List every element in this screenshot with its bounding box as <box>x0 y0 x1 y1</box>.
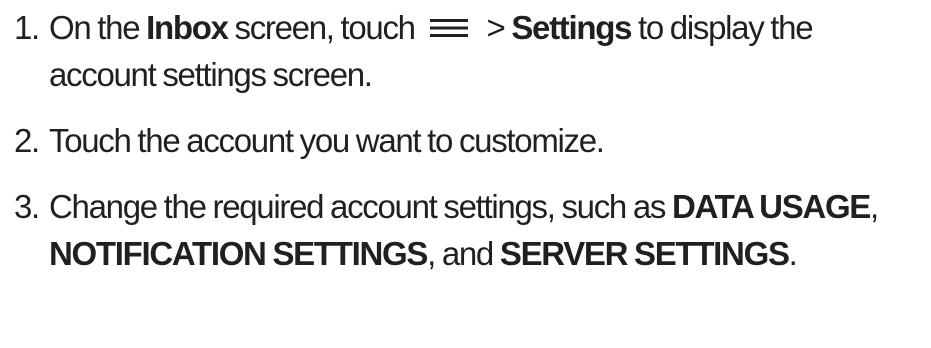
step-text: , <box>870 188 879 225</box>
menu-icon <box>429 18 468 38</box>
step-2: 2. Touch the account you want to customi… <box>14 117 924 164</box>
step-1: 1. On the Inbox screen, touch > Settings… <box>14 4 924 98</box>
notification-settings-label: NOTIFICATION SETTINGS <box>49 235 428 272</box>
step-text: > <box>486 9 505 46</box>
step-number: 1. <box>14 9 40 46</box>
settings-label: Settings <box>511 9 632 46</box>
server-settings-label: SERVER SETTINGS <box>499 235 790 272</box>
step-number: 3. <box>14 188 40 225</box>
step-text: , and <box>427 235 494 272</box>
instruction-steps: 1. On the Inbox screen, touch > Settings… <box>14 0 924 277</box>
inbox-label: Inbox <box>146 9 229 46</box>
step-text: Touch the account you want to customize. <box>49 122 605 159</box>
step-3: 3. Change the required account settings,… <box>14 183 924 277</box>
step-text: On the <box>49 9 141 46</box>
step-number: 2. <box>14 122 40 159</box>
data-usage-label: DATA USAGE <box>671 188 871 225</box>
step-text: . <box>788 235 798 272</box>
step-text: screen, touch <box>234 9 417 46</box>
step-text: Change the required account settings, su… <box>49 188 666 225</box>
